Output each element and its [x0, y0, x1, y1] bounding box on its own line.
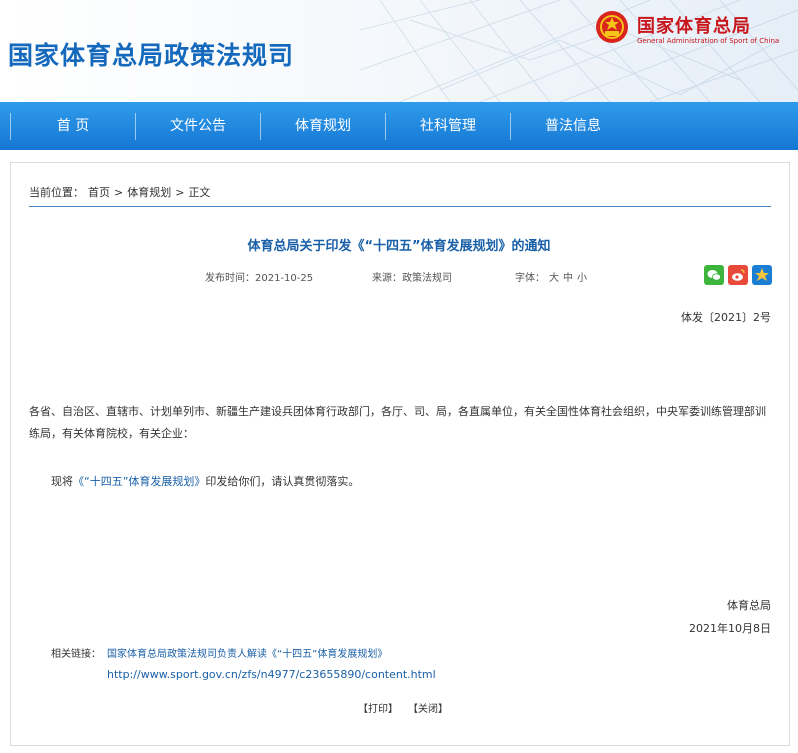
body-paragraph: 现将《“十四五”体育发展规划》印发给你们，请认真贯彻落实。: [51, 471, 359, 493]
font-size-label: 字体：: [515, 273, 545, 284]
org-name-en: General Administration of Sport of China: [637, 37, 780, 45]
font-size-large[interactable]: 大: [549, 273, 559, 284]
nav-item-social-science[interactable]: 社科管理: [386, 102, 510, 150]
qzone-icon[interactable]: [752, 265, 772, 285]
breadcrumb-separator: >: [175, 186, 185, 199]
breadcrumb-current: 正文: [188, 186, 211, 199]
print-button[interactable]: 【打印】: [358, 700, 398, 715]
body-suffix: 印发给你们，请认真贯彻落实。: [205, 475, 360, 488]
publish-date: 发布时间：2021-10-25: [205, 273, 314, 284]
nav-item-home[interactable]: 首 页: [11, 102, 135, 150]
breadcrumb-separator: >: [114, 186, 124, 199]
breadcrumb: 当前位置： 首页 > 体育规划 > 正文: [29, 184, 214, 200]
breadcrumb-home[interactable]: 首页: [88, 186, 110, 199]
document-number: 体发〔2021〕2号: [681, 311, 771, 324]
related-url-link[interactable]: http://www.sport.gov.cn/zfs/n4977/c23655…: [107, 668, 436, 681]
site-header: 国家体育总局政策法规司 国家体育总局 General Administratio…: [0, 0, 798, 102]
close-button[interactable]: 【关闭】: [408, 700, 448, 715]
wechat-icon[interactable]: [704, 265, 724, 285]
sign-date: 2021年10月8日: [689, 622, 771, 635]
org-name[interactable]: 国家体育总局: [637, 12, 751, 38]
site-title[interactable]: 国家体育总局政策法规司: [8, 36, 294, 72]
signature: 体育总局: [727, 599, 771, 612]
related-links-label: 相关链接：: [51, 649, 101, 660]
national-emblem-icon: [596, 11, 628, 43]
breadcrumb-divider: [29, 206, 771, 207]
font-size-medium[interactable]: 中: [563, 273, 573, 284]
nav-item-notices[interactable]: 文件公告: [136, 102, 260, 150]
related-link[interactable]: 国家体育总局政策法规司负责人解读《“十四五”体育发展规划》: [107, 645, 387, 660]
article-source: 来源：政策法规司: [372, 273, 452, 284]
body-prefix: 现将: [51, 475, 73, 488]
article-title: 体育总局关于印发《“十四五”体育发展规划》的通知: [247, 239, 551, 254]
font-size-small[interactable]: 小: [577, 273, 587, 284]
recipients-paragraph: 各省、自治区、直辖市、计划单列市、新疆生产建设兵团体育行政部门，各厅、司、局，各…: [29, 405, 766, 440]
font-size-control: 字体： 大中小: [515, 269, 587, 284]
nav-item-planning[interactable]: 体育规划: [261, 102, 385, 150]
main-nav: 首 页 文件公告 体育规划 社科管理 普法信息: [0, 102, 798, 150]
breadcrumb-prefix: 当前位置：: [29, 186, 84, 199]
breadcrumb-planning[interactable]: 体育规划: [127, 186, 171, 199]
weibo-icon[interactable]: [728, 265, 748, 285]
plan-document-link[interactable]: 《“十四五”体育发展规划》: [73, 475, 205, 488]
nav-item-legal-info[interactable]: 普法信息: [511, 102, 635, 150]
